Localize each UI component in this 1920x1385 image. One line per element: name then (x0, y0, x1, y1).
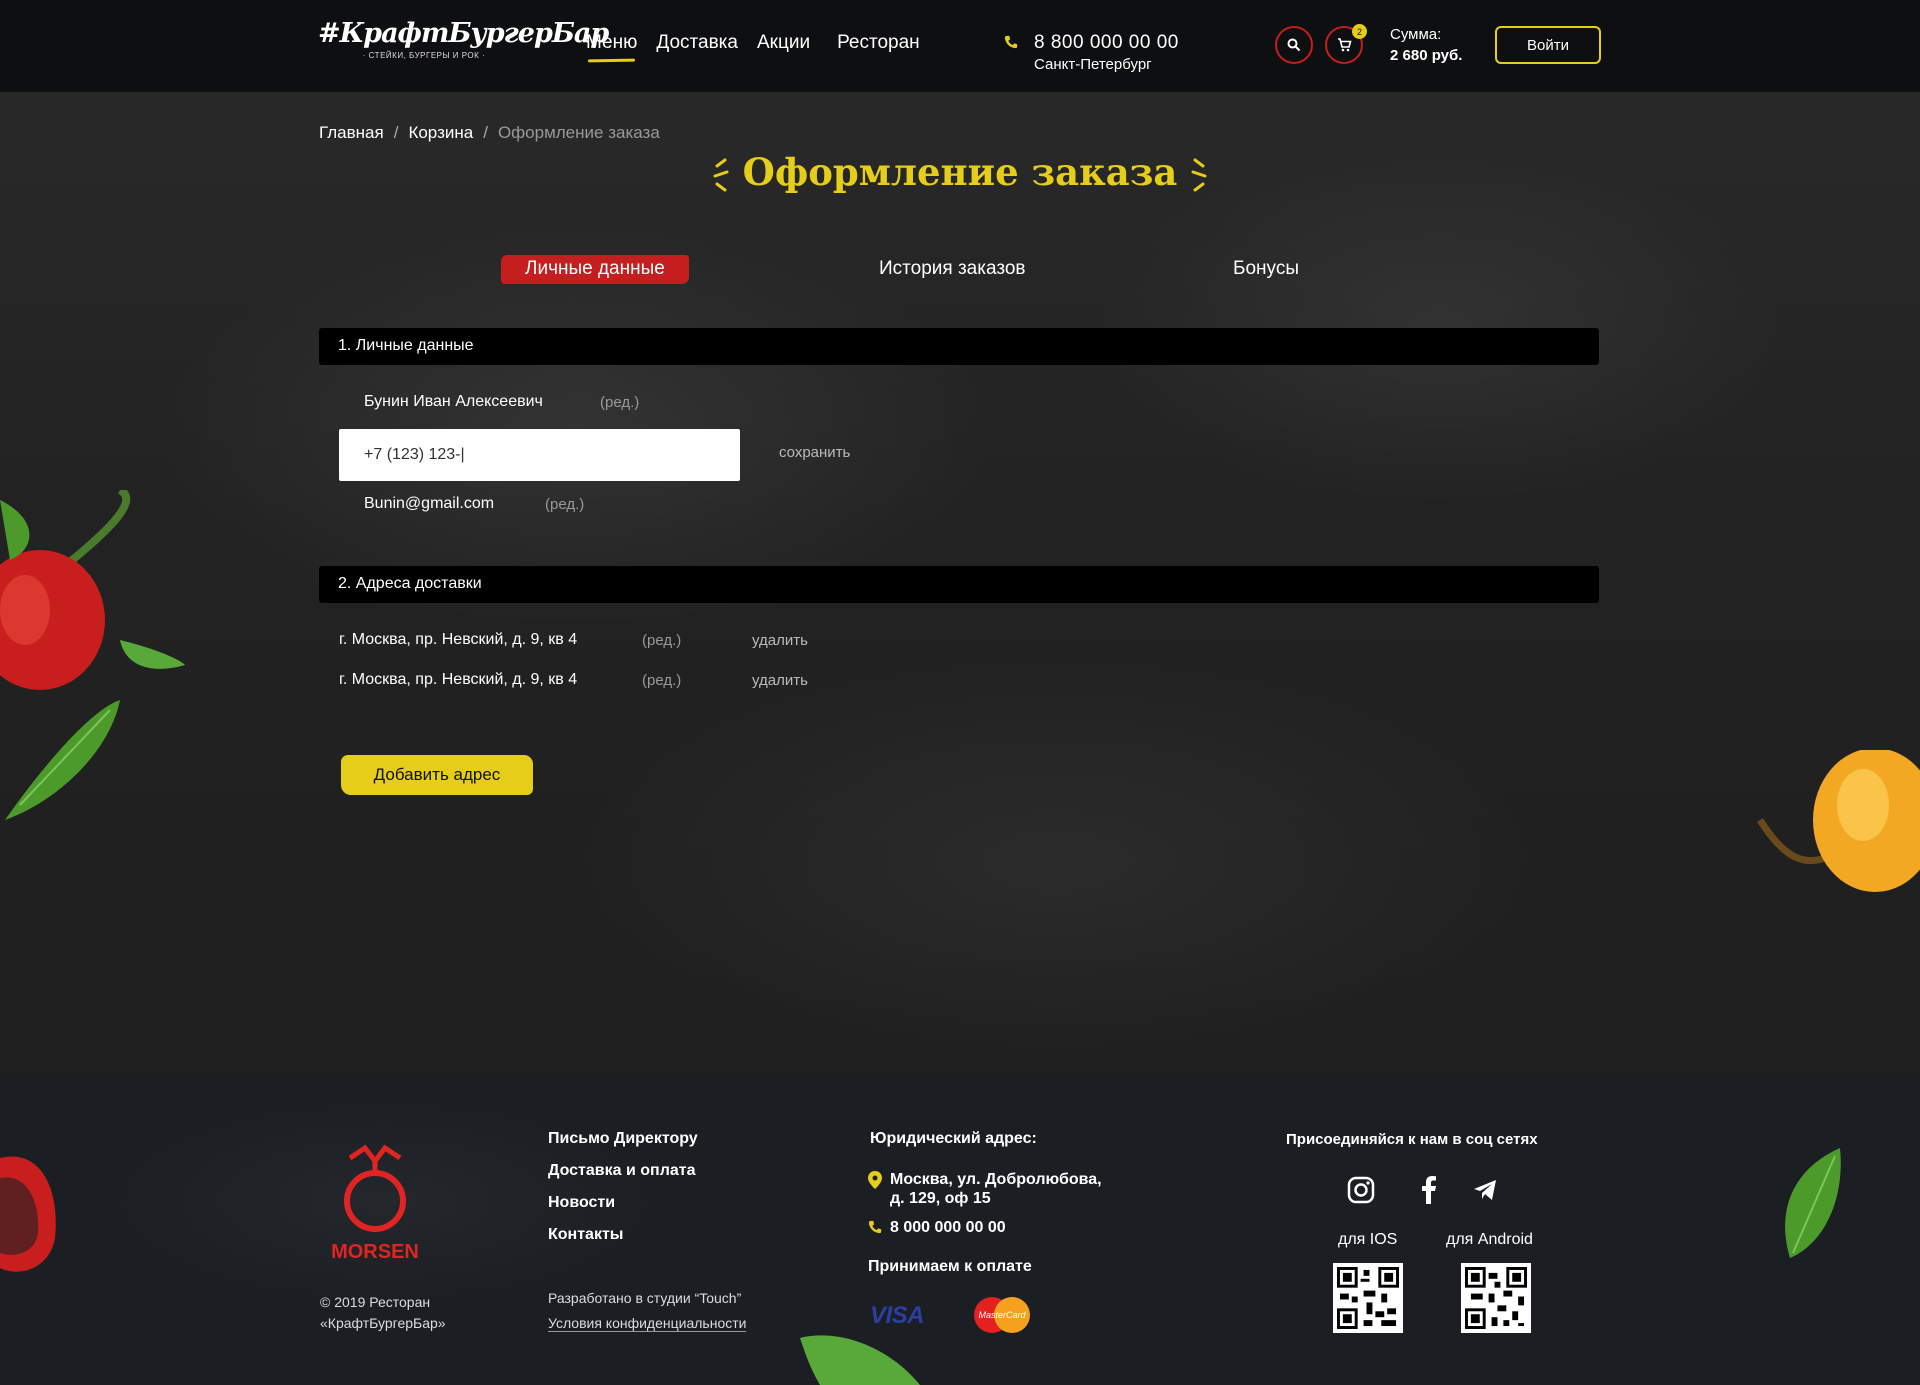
login-button[interactable]: Войти (1495, 26, 1601, 64)
ios-qr-code[interactable] (1333, 1263, 1403, 1333)
footer-basil-illustration (1785, 1148, 1841, 1258)
phone-field[interactable] (339, 429, 740, 481)
cart-button[interactable]: 2 (1325, 24, 1367, 64)
sum-label: Сумма: (1390, 26, 1442, 43)
footer-pepper-illustration (0, 1156, 56, 1272)
header-contact: 8 800 000 00 00 Санкт-Петербург (1004, 32, 1179, 73)
save-phone-link[interactable]: сохранить (779, 444, 850, 461)
edit-email-link[interactable]: (ред.) (545, 496, 584, 513)
nav-restaurant[interactable]: Ресторан (837, 32, 920, 54)
edit-address-link[interactable]: (ред.) (642, 632, 681, 649)
footer-phone-icon (868, 1220, 882, 1234)
nav-promotions[interactable]: Акции (757, 32, 810, 54)
location-pin-icon (868, 1171, 882, 1189)
header-phone[interactable]: 8 800 000 00 00 (1034, 32, 1179, 54)
instagram-icon (1347, 1176, 1375, 1204)
breadcrumb-cart[interactable]: Корзина (408, 123, 473, 143)
address-line: д. 129, оф 15 (890, 1190, 991, 1207)
tab-bonuses[interactable]: Бонусы (1233, 258, 1299, 280)
site-logo[interactable]: #КрафтБургерБар · СТЕЙКИ, БУРГЕРЫ И РОК … (318, 18, 609, 70)
phone-icon (1004, 35, 1018, 49)
social-title: Присоединяйся к нам в соц сетях (1286, 1131, 1538, 1148)
sum-value: 2 680 руб. (1390, 47, 1463, 64)
footer-leaf-illustration (800, 1335, 920, 1385)
privacy-link[interactable]: Условия конфиденциальности (548, 1315, 747, 1332)
logo-text: #КрафтБургерБар (318, 18, 609, 49)
ios-label: для IOS (1338, 1231, 1398, 1248)
address-item: г. Москва, пр. Невский, д. 9, кв 4 (339, 671, 578, 688)
telegram-icon (1474, 1180, 1496, 1200)
user-email: Bunin@gmail.com (364, 495, 495, 512)
visa-logo: VISA (870, 1302, 925, 1329)
android-qr-code[interactable] (1461, 1263, 1531, 1333)
page-title-box: Оформление заказа (713, 150, 1208, 194)
add-address-button[interactable]: Добавить адрес (341, 755, 533, 795)
breadcrumb-current: Оформление заказа (497, 123, 660, 142)
cart-icon (1337, 38, 1352, 52)
address-line: Москва, ул. Добролюбова, (890, 1171, 1102, 1188)
red-pepper-illustration (0, 490, 185, 820)
footer-link-director[interactable]: Письмо Директору (548, 1130, 698, 1148)
facebook-icon (1422, 1176, 1436, 1204)
search-icon (1287, 38, 1301, 52)
mastercard-logo-text: MasterCard (978, 1310, 1026, 1320)
morsen-logo-text: MORSEN (331, 1241, 419, 1263)
footer-link-news[interactable]: Новости (548, 1194, 698, 1212)
nav-menu[interactable]: Меню (586, 32, 637, 54)
site-header: #КрафтБургерБар · СТЕЙКИ, БУРГЕРЫ И РОК … (0, 0, 1920, 92)
footer-link-contacts[interactable]: Контакты (548, 1226, 698, 1244)
footer-phone[interactable]: 8 000 000 00 00 (890, 1219, 1006, 1237)
legal-address: Москва, ул. Добролюбова, д. 129, оф 15 (890, 1170, 1102, 1208)
legal-address-title: Юридический адрес: (870, 1130, 1037, 1147)
edit-name-link[interactable]: (ред.) (600, 394, 639, 411)
copyright-line: © 2019 Ресторан (320, 1294, 431, 1310)
cart-sum: Сумма: 2 680 руб. (1390, 26, 1462, 64)
breadcrumb: Главная / Корзина / Оформление заказа (319, 123, 660, 143)
site-footer: MORSEN © 2019 Ресторан «КрафтБургерБар» … (0, 1078, 1920, 1385)
logo-tagline: · СТЕЙКИ, БУРГЕРЫ И РОК · (362, 51, 486, 60)
android-label: для Android (1446, 1231, 1533, 1248)
title-decoration-left-icon (713, 158, 729, 192)
delete-address-link[interactable]: удалить (752, 672, 808, 689)
nav-delivery[interactable]: Доставка (656, 32, 738, 54)
facebook-link[interactable] (1412, 1173, 1446, 1207)
breadcrumb-separator: / (483, 123, 488, 142)
copyright-line: «КрафтБургерБар» (320, 1315, 446, 1331)
header-city[interactable]: Санкт-Петербург (1034, 56, 1179, 73)
telegram-link[interactable] (1468, 1173, 1502, 1207)
mastercard-logo: MasterCard (974, 1297, 1030, 1333)
breadcrumb-separator: / (393, 123, 399, 142)
payment-title: Принимаем к оплате (868, 1258, 1032, 1275)
search-button[interactable] (1275, 26, 1313, 64)
tab-personal-data[interactable]: Личные данные (501, 255, 689, 284)
yellow-pepper-illustration (1757, 750, 1920, 892)
section-personal-header: 1. Личные данные (319, 328, 1599, 365)
title-decoration-right-icon (1191, 158, 1207, 192)
page-title-wrap: Оформление заказа (0, 150, 1920, 194)
user-name: Бунин Иван Алексеевич (364, 393, 543, 410)
cart-count-badge: 2 (1352, 24, 1367, 39)
developer-credit[interactable]: Разработано в студии “Touch” (548, 1290, 741, 1306)
footer-links: Письмо Директору Доставка и оплата Новос… (548, 1130, 698, 1258)
instagram-link[interactable] (1344, 1173, 1378, 1207)
page-title: Оформление заказа (742, 150, 1178, 194)
address-item: г. Москва, пр. Невский, д. 9, кв 4 (339, 631, 578, 648)
copyright: © 2019 Ресторан «КрафтБургерБар» (320, 1292, 446, 1334)
section-addresses-header: 2. Адреса доставки (319, 566, 1599, 603)
footer-link-delivery[interactable]: Доставка и оплата (548, 1162, 698, 1180)
morsen-logo[interactable]: MORSEN (320, 1143, 430, 1263)
delete-address-link[interactable]: удалить (752, 632, 808, 649)
breadcrumb-home[interactable]: Главная (319, 123, 384, 143)
tab-order-history[interactable]: История заказов (879, 258, 1025, 280)
main-nav: Меню Доставка Акции Ресторан (586, 32, 939, 54)
edit-address-link[interactable]: (ред.) (642, 672, 681, 689)
